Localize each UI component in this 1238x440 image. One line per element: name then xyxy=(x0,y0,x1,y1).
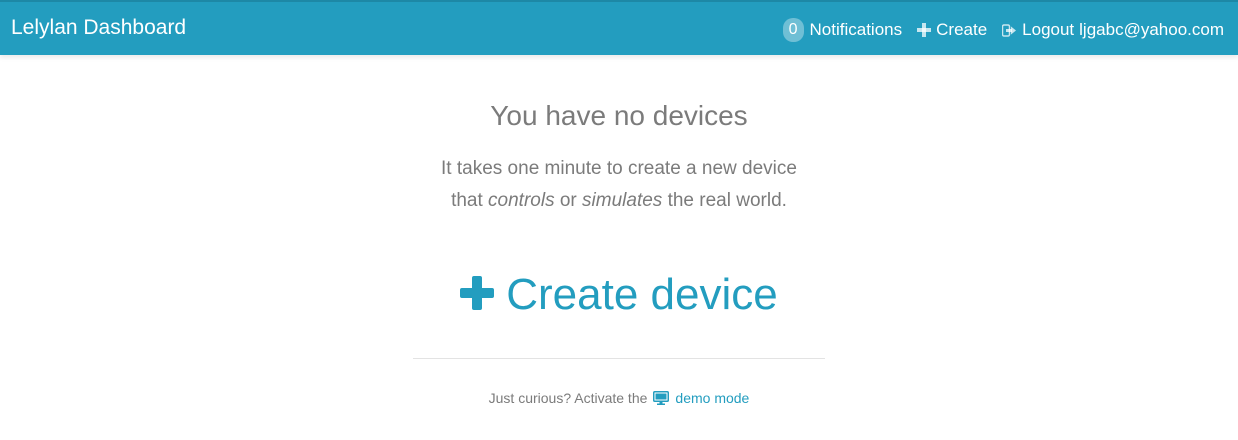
plus-icon xyxy=(917,23,932,37)
brand-link[interactable]: Lelylan Dashboard xyxy=(11,15,186,41)
line2-suffix: the real world. xyxy=(667,190,787,211)
notifications-link[interactable]: 0 Notifications xyxy=(782,18,903,42)
line2-simulates: simulates xyxy=(582,190,663,211)
create-device-label: Create device xyxy=(506,270,778,319)
empty-state-description: It takes one minute to create a new devi… xyxy=(0,153,1238,217)
demo-prompt: Just curious? Activate the demo mode xyxy=(0,388,1238,408)
logout-icon xyxy=(1002,23,1017,37)
description-line-1: It takes one minute to create a new devi… xyxy=(441,158,797,179)
create-device-button[interactable]: Create device xyxy=(0,267,1238,323)
notifications-badge: 0 xyxy=(782,18,804,42)
notifications-label: Notifications xyxy=(809,20,903,39)
line2-controls: controls xyxy=(488,190,555,211)
logout-link[interactable]: Logout ljgabc@yahoo.com xyxy=(1002,18,1224,42)
demo-mode-link[interactable]: demo mode xyxy=(653,388,749,408)
logout-label: Logout xyxy=(1022,20,1075,39)
demo-prompt-text: Just curious? Activate the xyxy=(488,390,648,406)
plus-icon xyxy=(460,276,495,310)
monitor-icon xyxy=(653,391,670,405)
demo-mode-label: demo mode xyxy=(675,390,750,406)
nav-right: 0 Notifications Create Logout ljgabc@yah… xyxy=(782,18,1224,42)
line2-or: or xyxy=(559,190,577,211)
create-link[interactable]: Create xyxy=(917,18,987,42)
page-title: You have no devices xyxy=(490,100,748,131)
section-divider xyxy=(413,358,825,359)
top-navbar: Lelylan Dashboard 0 Notifications Create… xyxy=(0,0,1238,55)
line2-prefix: that xyxy=(451,190,483,211)
user-email: ljgabc@yahoo.com xyxy=(1079,20,1224,39)
create-label: Create xyxy=(936,20,988,39)
description-line-2: that controls or simulates the real worl… xyxy=(0,185,1238,217)
